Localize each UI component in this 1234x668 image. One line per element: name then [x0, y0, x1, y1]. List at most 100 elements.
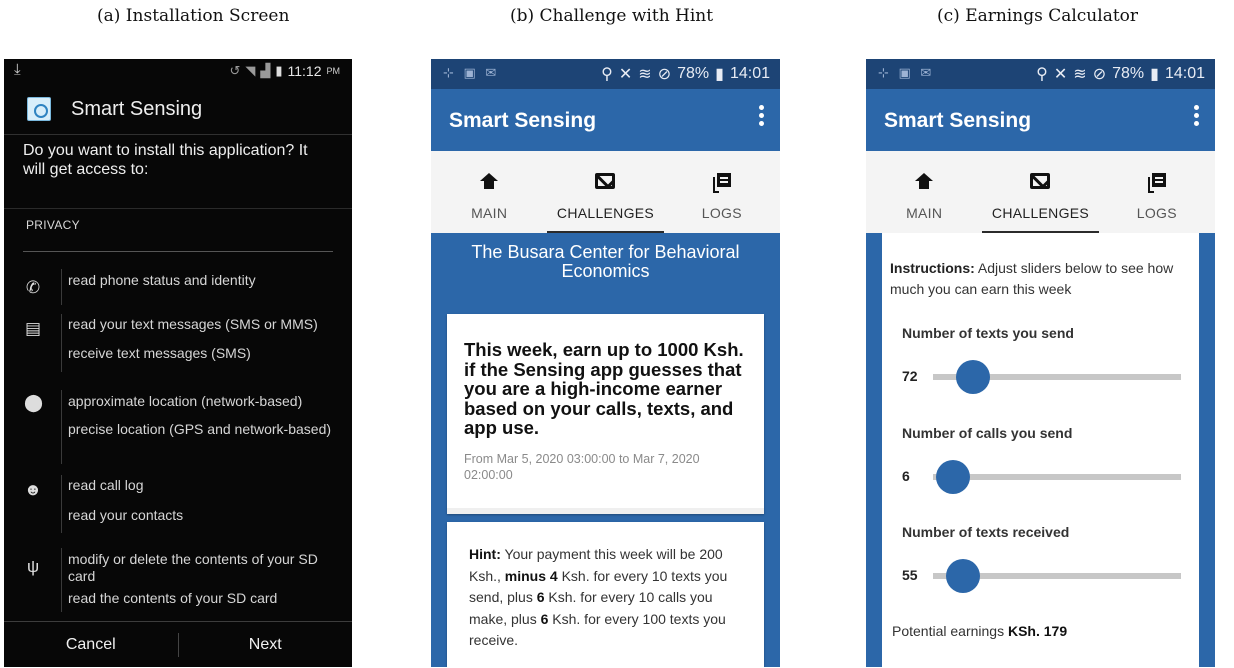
permission-text: read the contents of your SD card	[68, 590, 278, 606]
status-bar: ⤓ ↺ ◥ ▟ ▮ 11:12 PM	[4, 59, 352, 84]
calculator-content: Instructions: Adjust sliders below to se…	[866, 233, 1215, 667]
mail-icon	[1030, 173, 1051, 189]
slider-thumb[interactable]	[945, 559, 980, 593]
phone-icon: ✆	[25, 278, 41, 297]
battery-icon: ▮	[1150, 66, 1159, 83]
battery-icon: ▮	[715, 66, 724, 83]
tab-logs[interactable]: LOGS	[664, 151, 780, 233]
slider-track[interactable]	[933, 559, 1181, 593]
app-logo-icon	[27, 97, 51, 121]
permission-text: precise location (GPS and network-based)	[68, 421, 332, 437]
slider-texts-received: Number of texts received 55	[902, 524, 1181, 593]
dnd-icon: ⊘	[1092, 66, 1107, 83]
tab-challenges[interactable]: CHALLENGES	[547, 151, 664, 233]
wifi-icon: ≋	[1073, 66, 1087, 83]
hint-card: Hint: Your payment this week will be 200…	[447, 522, 764, 667]
location-pin-icon: ⬤	[24, 393, 44, 412]
install-screen: ⤓ ↺ ◥ ▟ ▮ 11:12 PM Smart Sensing Do you w…	[4, 59, 352, 667]
slider-thumb[interactable]	[935, 460, 970, 494]
app-toolbar: Smart Sensing	[431, 89, 780, 151]
next-button[interactable]: Next	[179, 636, 353, 654]
app-title: Smart Sensing	[884, 109, 1032, 132]
slider-value: 55	[902, 567, 918, 583]
wifi-icon: ◥	[245, 63, 256, 78]
status-time: 14:01	[729, 65, 770, 82]
rotate-icon: ↺	[229, 63, 241, 78]
caption-challenge: (b) Challenge with Hint	[510, 6, 714, 26]
challenge-dates: From Mar 5, 2020 03:00:00 to Mar 7, 2020…	[464, 451, 700, 482]
app-name: Smart Sensing	[71, 97, 203, 120]
tab-bar: MAIN CHALLENGES LOGS	[431, 151, 780, 233]
download-icon: ⤓	[14, 61, 21, 78]
permission-text: read phone status and identity	[68, 272, 256, 288]
battery-percent: 78%	[677, 65, 710, 82]
message-icon: ▤	[24, 319, 42, 338]
instructions-label: Instructions:	[890, 260, 975, 276]
location-icon: ⚲	[1036, 66, 1048, 83]
earnings-value: KSh. 179	[1007, 623, 1068, 639]
tab-label: MAIN	[471, 205, 508, 221]
app-title: Smart Sensing	[449, 109, 597, 132]
status-time: 14:01	[1164, 65, 1205, 82]
permission-text: approximate location (network-based)	[68, 393, 303, 409]
permission-text: modify or delete the contents of your SD…	[68, 551, 318, 584]
status-bar: ⊹ ▣ ✉ ⚲ ✕ ≋ ⊘ 78% ▮ 14:01	[431, 59, 780, 89]
battery-percent: 78%	[1112, 65, 1145, 82]
slider-track[interactable]	[933, 360, 1181, 394]
slider-texts-sent: Number of texts you send 72	[902, 325, 1181, 394]
app-toolbar: Smart Sensing	[866, 89, 1215, 151]
home-icon	[480, 173, 499, 189]
instructions: Instructions: Adjust sliders below to se…	[890, 260, 1174, 297]
slider-label: Number of calls you send	[902, 425, 1073, 441]
install-question: Do you want to install this application?…	[4, 134, 352, 208]
calculator-card: Instructions: Adjust sliders below to se…	[882, 233, 1199, 667]
slider-thumb[interactable]	[955, 360, 990, 394]
section-divider	[23, 251, 333, 252]
signal-icon: ▟	[260, 63, 271, 78]
install-footer: Cancel Next	[4, 621, 352, 667]
tab-challenges[interactable]: CHALLENGES	[982, 151, 1099, 233]
mail-icon	[595, 173, 616, 189]
tab-logs[interactable]: LOGS	[1099, 151, 1215, 233]
slider-label: Number of texts received	[902, 524, 1070, 540]
caption-calculator: (c) Earnings Calculator	[937, 6, 1139, 26]
contacts-icon: ☻	[24, 480, 42, 499]
challenge-screen: ⊹ ▣ ✉ ⚲ ✕ ≋ ⊘ 78% ▮ 14:01 Smart Sensing …	[431, 59, 780, 667]
hint-label: Hint:	[469, 546, 501, 562]
slider-calls-sent: Number of calls you send 6	[902, 425, 1181, 494]
permission-text: receive text messages (SMS)	[68, 345, 251, 361]
section-header: PRIVACY	[4, 208, 352, 240]
caption-installation: (a) Installation Screen	[97, 6, 290, 26]
wifi-icon: ≋	[638, 66, 652, 83]
logs-icon	[712, 173, 731, 193]
home-icon	[915, 173, 934, 189]
dnd-icon: ⊘	[657, 66, 672, 83]
cancel-button[interactable]: Cancel	[4, 636, 178, 654]
usb-icon: ψ	[26, 557, 40, 576]
tab-label: LOGS	[1136, 205, 1177, 221]
status-ampm: PM	[326, 66, 341, 76]
tab-label: CHALLENGES	[991, 205, 1090, 221]
overflow-menu-icon[interactable]	[758, 105, 766, 131]
logs-icon	[1147, 173, 1166, 193]
calculator-screen: ⊹ ▣ ✉ ⚲ ✕ ≋ ⊘ 78% ▮ 14:01 Smart Sensing …	[866, 59, 1215, 667]
challenge-content: The Busara Center for Behavioral Economi…	[431, 233, 780, 667]
install-header: Smart Sensing	[4, 84, 352, 134]
tab-main[interactable]: MAIN	[431, 151, 547, 233]
mute-icon: ✕	[618, 66, 633, 83]
challenge-headline: This week, earn up to 1000 Ksh. if the S…	[464, 339, 744, 438]
slider-track[interactable]	[933, 460, 1181, 494]
tab-label: CHALLENGES	[556, 205, 655, 221]
slider-label: Number of texts you send	[902, 325, 1074, 341]
tab-bar: MAIN CHALLENGES LOGS	[866, 151, 1215, 233]
permission-text: read your contacts	[68, 507, 184, 523]
notification-icons: ⊹ ▣ ✉	[443, 65, 500, 80]
notification-icons: ⊹ ▣ ✉	[878, 65, 935, 80]
tab-main[interactable]: MAIN	[866, 151, 982, 233]
overflow-menu-icon[interactable]	[1193, 105, 1201, 131]
mute-icon: ✕	[1053, 66, 1068, 83]
tab-label: MAIN	[906, 205, 943, 221]
permission-text: read call log	[68, 477, 144, 493]
challenge-card[interactable]: This week, earn up to 1000 Ksh. if the S…	[447, 314, 764, 514]
tab-label: LOGS	[701, 205, 742, 221]
